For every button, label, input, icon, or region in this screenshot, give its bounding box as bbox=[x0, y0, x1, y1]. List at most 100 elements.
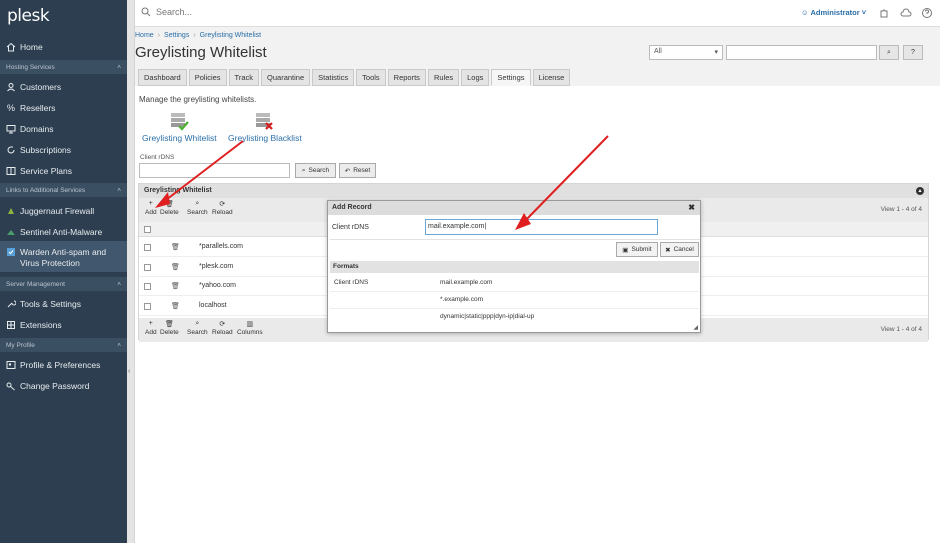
row-checkbox[interactable] bbox=[144, 303, 151, 311]
breadcrumb-settings[interactable]: Settings bbox=[164, 32, 189, 39]
filter-select[interactable]: All ▾ bbox=[649, 45, 723, 60]
columns-icon: ▥ bbox=[246, 321, 254, 328]
sidebar-item-domains[interactable]: Domains bbox=[0, 118, 127, 139]
formats-label: Client rDNS bbox=[334, 279, 369, 286]
help-icon[interactable] bbox=[921, 7, 933, 19]
home-icon bbox=[6, 42, 16, 52]
user-name: Administrator bbox=[810, 8, 860, 17]
cancel-button[interactable]: ✖ Cancel bbox=[660, 242, 699, 257]
user-menu[interactable]: ☺ Administrator ˅ bbox=[801, 8, 866, 17]
delete-button[interactable]: 🗑 Delete bbox=[160, 320, 179, 336]
blacklist-icon[interactable] bbox=[254, 111, 274, 131]
global-search-input[interactable]: Search... bbox=[156, 7, 192, 17]
delete-button[interactable]: 🗑 Delete bbox=[160, 200, 179, 216]
help-button[interactable]: ? bbox=[903, 45, 923, 60]
puzzle-icon[interactable] bbox=[878, 7, 890, 19]
sidebar-item-extensions[interactable]: Extensions bbox=[0, 314, 127, 335]
sidebar-item-change-password[interactable]: Change Password bbox=[0, 375, 127, 396]
refresh-icon bbox=[6, 145, 16, 155]
row-rdns: localhost bbox=[199, 302, 227, 310]
sidebar-section-label: Server Management bbox=[6, 280, 65, 288]
sidebar-section-hosting[interactable]: Hosting Services ˄ bbox=[0, 60, 127, 74]
greylisting-blacklist-link[interactable]: Greylisting Blacklist bbox=[228, 133, 302, 143]
tab-dashboard[interactable]: Dashboard bbox=[138, 69, 187, 86]
whitelist-icon[interactable] bbox=[169, 111, 189, 131]
tab-logs[interactable]: Logs bbox=[461, 69, 490, 86]
add-button[interactable]: + Add bbox=[145, 200, 157, 216]
resize-handle-icon[interactable]: ◢ bbox=[693, 324, 698, 331]
cloud-icon[interactable] bbox=[900, 7, 912, 19]
search-icon: ⌕ bbox=[887, 49, 891, 56]
select-all-checkbox[interactable] bbox=[144, 226, 151, 233]
save-icon: ▣ bbox=[622, 246, 629, 254]
search-button[interactable]: ⌕ Search bbox=[187, 200, 208, 216]
sidebar-collapse-handle[interactable]: ‹ bbox=[127, 0, 135, 543]
formats-header: Formats bbox=[330, 261, 699, 273]
filter-search-button[interactable]: ⌕ bbox=[879, 45, 899, 60]
search-button[interactable]: ⌕ Search bbox=[187, 320, 208, 336]
tab-reports[interactable]: Reports bbox=[387, 69, 426, 86]
search-button-label: Search bbox=[187, 209, 208, 216]
chevron-up-icon: ˄ bbox=[117, 63, 121, 71]
dialog-divider bbox=[330, 239, 700, 240]
formats-divider bbox=[330, 308, 699, 309]
sidebar-item-label: Virus Protection bbox=[20, 258, 80, 268]
sidebar-item-warden[interactable]: Warden Anti-spam and Virus Protection bbox=[0, 241, 127, 272]
row-checkbox[interactable] bbox=[144, 244, 151, 251]
breadcrumb-home[interactable]: Home bbox=[135, 32, 154, 39]
sidebar-section-server[interactable]: Server Management ˄ bbox=[0, 277, 127, 291]
collapse-icon[interactable]: ▴ bbox=[916, 187, 924, 195]
sidebar-item-service-plans[interactable]: Service Plans bbox=[0, 160, 127, 181]
tab-license[interactable]: License bbox=[532, 69, 571, 86]
row-checkbox[interactable] bbox=[144, 263, 151, 271]
sidebar-item-label: Customers bbox=[20, 81, 62, 92]
client-rdns-input[interactable]: mail.example.com| bbox=[425, 219, 658, 235]
grid-count-top: View 1 - 4 of 4 bbox=[880, 206, 922, 213]
breadcrumb-separator: › bbox=[193, 32, 196, 39]
columns-button[interactable]: ▥ Columns bbox=[237, 320, 263, 336]
sidebar-item-label: Domains bbox=[20, 123, 54, 134]
trash-icon: 🗑 bbox=[164, 321, 174, 328]
reload-button[interactable]: ⟳ Reload bbox=[212, 200, 233, 216]
close-icon: ✖ bbox=[665, 246, 671, 254]
trash-icon[interactable]: 🗑 bbox=[171, 282, 180, 290]
greylisting-whitelist-link[interactable]: Greylisting Whitelist bbox=[142, 133, 217, 143]
tab-settings[interactable]: Settings bbox=[491, 69, 531, 86]
sidebar-item-label: Warden Anti-spam and bbox=[20, 247, 107, 257]
sidebar-item-juggernaut[interactable]: Juggernaut Firewall bbox=[0, 200, 127, 221]
trash-icon[interactable]: 🗑 bbox=[171, 243, 180, 251]
submit-button[interactable]: ▣ Submit bbox=[616, 242, 658, 257]
reload-button-label: Reload bbox=[212, 329, 233, 336]
sidebar-item-resellers[interactable]: % Resellers bbox=[0, 97, 127, 118]
user-icon bbox=[6, 82, 16, 92]
reload-button[interactable]: ⟳ Reload bbox=[212, 320, 233, 336]
tab-rules[interactable]: Rules bbox=[427, 69, 460, 86]
sidebar-item-home[interactable]: Home bbox=[0, 36, 127, 57]
tab-tools[interactable]: Tools bbox=[356, 69, 386, 86]
search-button[interactable]: ⌕ Search bbox=[295, 163, 336, 178]
tab-track[interactable]: Track bbox=[228, 69, 260, 86]
sidebar-item-tools-settings[interactable]: Tools & Settings bbox=[0, 293, 127, 314]
global-search[interactable]: Search... bbox=[141, 7, 192, 17]
sidebar-item-sentinel[interactable]: Sentinel Anti-Malware bbox=[0, 221, 127, 242]
sidebar-item-customers[interactable]: Customers bbox=[0, 76, 127, 97]
submit-button-label: Submit bbox=[631, 246, 652, 253]
warden-icon bbox=[6, 247, 16, 257]
tab-policies[interactable]: Policies bbox=[188, 69, 227, 86]
sidebar-section-profile[interactable]: My Profile ˄ bbox=[0, 338, 127, 352]
trash-icon[interactable]: 🗑 bbox=[171, 263, 180, 271]
sidebar-section-links[interactable]: Links to Additional Services ˄ bbox=[0, 183, 127, 197]
tab-quarantine[interactable]: Quarantine bbox=[261, 69, 311, 86]
breadcrumb-current[interactable]: Greylisting Whitelist bbox=[200, 32, 261, 39]
sidebar-item-subscriptions[interactable]: Subscriptions bbox=[0, 139, 127, 160]
row-checkbox[interactable] bbox=[144, 283, 151, 291]
client-rdns-filter-input[interactable] bbox=[139, 163, 290, 178]
plesk-logo[interactable]: plesk bbox=[7, 6, 50, 26]
close-icon[interactable]: ✖ bbox=[688, 201, 695, 215]
trash-icon[interactable]: 🗑 bbox=[171, 302, 180, 310]
reset-button[interactable]: ↶ Reset bbox=[339, 163, 376, 178]
filter-search-input[interactable] bbox=[726, 45, 877, 60]
tab-statistics[interactable]: Statistics bbox=[312, 69, 355, 86]
sidebar-item-profile[interactable]: Profile & Preferences bbox=[0, 354, 127, 375]
add-button[interactable]: + Add bbox=[145, 320, 157, 336]
